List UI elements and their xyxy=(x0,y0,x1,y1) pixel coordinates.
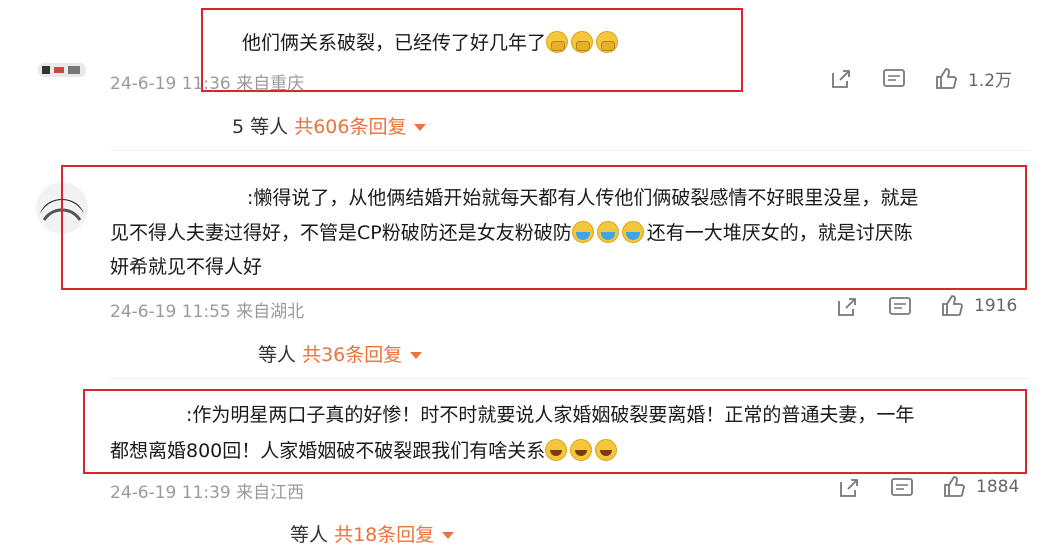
comment-text: 见不得人夫妻过得好，不管是CP粉破防还是女友粉破防 还有一大堆厌女的，就是讨厌陈 xyxy=(110,218,913,248)
emoji-icon xyxy=(596,221,619,243)
replies-summary[interactable]: 5 等人 共606条回复 xyxy=(232,112,427,139)
comment-button[interactable] xyxy=(888,296,912,318)
like-count: 1.2万 xyxy=(968,71,1013,91)
share-icon xyxy=(838,298,856,316)
chevron-down-icon xyxy=(442,532,455,539)
comment-text: :懒得说了，从他俩结婚开始就每天都有人传他们俩破裂感情不好眼里没星，就是 xyxy=(247,183,918,213)
emoji-icon xyxy=(621,221,644,243)
comment-text: 都想离婚800回！人家婚姻破不破裂跟我们有啥关系 xyxy=(110,436,620,466)
comment-meta: 24-6-19 11:55 来自湖北 xyxy=(110,302,305,322)
replies-link[interactable]: 共18条回复 xyxy=(334,524,434,546)
comment-line: 见不得人夫妻过得好，不管是CP粉破防还是女友粉破防 xyxy=(110,222,572,244)
like-count: 1884 xyxy=(976,477,1020,497)
share-button[interactable] xyxy=(838,477,860,499)
like-button[interactable]: 1916 xyxy=(940,294,1017,318)
divider xyxy=(110,150,1030,151)
replies-summary[interactable]: 等人 共36条回复 xyxy=(258,340,423,367)
comment-line: 妍希就见不得人好 xyxy=(110,256,263,278)
emoji-icon xyxy=(596,31,619,53)
comment-button[interactable] xyxy=(882,68,906,90)
replies-link[interactable]: 共36条回复 xyxy=(302,344,402,366)
comment-line: 还有一大堆厌女的，就是讨厌陈 xyxy=(646,222,913,244)
divider xyxy=(110,378,1030,379)
comment-line: 他们俩关系破裂，已经传了好几年了 xyxy=(242,32,547,54)
like-icon xyxy=(944,476,965,497)
comment-meta: 24-6-19 11:36 来自重庆 xyxy=(110,74,305,94)
share-icon xyxy=(832,70,850,88)
replies-prefix: 等人 xyxy=(258,344,297,366)
emoji-icon xyxy=(545,439,568,461)
comment-button[interactable] xyxy=(890,477,914,499)
share-icon xyxy=(840,479,858,497)
comment-line: :作为明星两口子真的好惨！时不时就要说人家婚姻破裂要离婚！正常的普通夫妻，一年 xyxy=(186,404,915,426)
share-button[interactable] xyxy=(830,68,852,90)
comment-text: 他们俩关系破裂，已经传了好几年了 xyxy=(242,28,621,58)
like-button[interactable]: 1884 xyxy=(942,475,1019,499)
emoji-icon xyxy=(571,221,594,243)
like-count: 1916 xyxy=(974,296,1018,316)
comment-icon xyxy=(891,478,913,496)
comment-icon xyxy=(883,69,905,87)
replies-prefix: 等人 xyxy=(290,524,329,546)
comment-text: 妍希就见不得人好 xyxy=(110,252,262,282)
comment-meta: 24-6-19 11:39 来自江西 xyxy=(110,483,305,503)
emoji-icon xyxy=(570,439,593,461)
chevron-down-icon xyxy=(414,124,427,131)
emoji-icon xyxy=(571,31,594,53)
emoji-icon xyxy=(595,439,618,461)
replies-prefix: 5 等人 xyxy=(232,116,289,138)
like-icon xyxy=(942,295,963,316)
comment-line: :懒得说了，从他俩结婚开始就每天都有人传他们俩破裂感情不好眼里没星，就是 xyxy=(247,187,919,209)
comment-line: 都想离婚800回！人家婚姻破不破裂跟我们有啥关系 xyxy=(110,440,546,462)
comment-icon xyxy=(889,297,911,315)
chevron-down-icon xyxy=(410,352,423,359)
comment-text: :作为明星两口子真的好惨！时不时就要说人家婚姻破裂要离婚！正常的普通夫妻，一年 xyxy=(186,400,914,430)
share-button[interactable] xyxy=(836,296,858,318)
replies-summary[interactable]: 等人 共18条回复 xyxy=(290,520,455,547)
emoji-icon xyxy=(546,31,569,53)
like-button[interactable]: 1.2万 xyxy=(934,66,1012,91)
like-icon xyxy=(936,67,957,89)
replies-link[interactable]: 共606条回复 xyxy=(294,116,406,138)
avatar[interactable] xyxy=(38,55,86,85)
